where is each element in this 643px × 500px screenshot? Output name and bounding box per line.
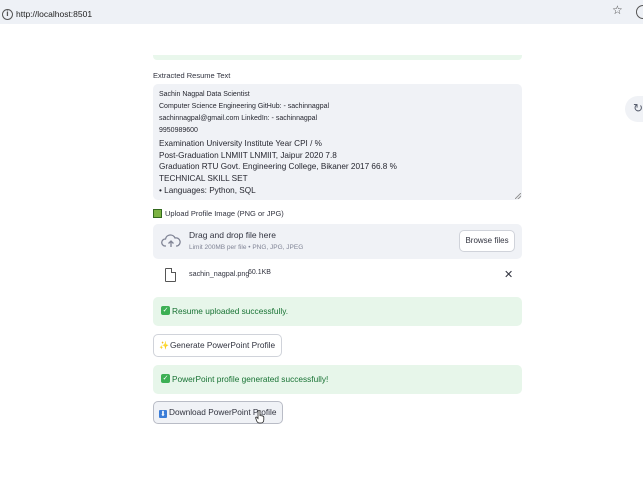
download-icon: ⬇ [159, 410, 167, 418]
text-line: 9950989600 [159, 127, 198, 134]
refresh-icon: ↻ [633, 101, 643, 115]
alert-message: PowerPoint profile generated successfull… [172, 374, 329, 384]
check-icon: ✓ [161, 374, 170, 383]
text-line: sachinnagpal@gmail.com LinkedIn: - sachi… [159, 115, 318, 122]
text-line: • Languages: Python, SQL [159, 185, 256, 195]
dropzone-limit: Limit 200MB per file • PNG, JPG, JPEG [189, 244, 304, 251]
extracted-text-area[interactable]: Sachin Nagpal Data Scientist Computer Sc… [153, 84, 522, 200]
rerun-button[interactable]: ↻ [625, 96, 643, 122]
generate-success-alert: ✓ PowerPoint profile generated successfu… [153, 365, 522, 394]
generate-powerpoint-button[interactable]: ✨Generate PowerPoint Profile [153, 334, 283, 357]
file-name: sachin_nagpal.png [189, 269, 250, 278]
text-line: Sachin Nagpal Data Scientist [159, 91, 250, 98]
extracted-text-label: Extracted Resume Text [153, 71, 231, 80]
upload-label-text: Upload Profile Image (PNG or JPG) [165, 209, 284, 218]
hand-cursor-icon [255, 410, 265, 424]
dropzone-title: Drag and drop file here [189, 230, 276, 240]
alert-message: Resume uploaded successfully. [172, 306, 289, 316]
url-text[interactable]: http://localhost:8501 [16, 9, 92, 19]
browser-toolbar: i http://localhost:8501 ☆ [0, 0, 643, 24]
resize-handle[interactable] [515, 193, 521, 199]
upload-label: Upload Profile Image (PNG or JPG) [153, 209, 284, 218]
image-icon [153, 209, 162, 218]
text-line: TECHNICAL SKILL SET [159, 174, 248, 184]
file-icon [165, 268, 176, 282]
text-line: Graduation RTU Govt. Engineering College… [159, 162, 397, 172]
file-size: 60.1KB [248, 269, 271, 276]
sparkles-icon: ✨ [159, 341, 169, 350]
star-icon[interactable]: ☆ [612, 3, 623, 17]
address-bar[interactable]: i http://localhost:8501 [0, 3, 630, 21]
uploaded-file-row: sachin_nagpal.png 60.1KB ✕ [153, 265, 522, 287]
check-icon: ✓ [161, 306, 170, 315]
generate-button-label: Generate PowerPoint Profile [169, 340, 276, 350]
close-icon[interactable]: ✕ [504, 269, 513, 280]
file-dropzone[interactable]: Drag and drop file here Limit 200MB per … [153, 224, 522, 259]
cloud-upload-icon [161, 234, 181, 247]
text-line: Computer Science Engineering GitHub: - s… [159, 103, 330, 110]
browse-files-button[interactable]: Browse files [459, 230, 515, 252]
profile-icon[interactable] [636, 5, 643, 19]
text-line: Post-Graduation LNMIIT LNMIIT, Jaipur 20… [159, 150, 337, 160]
upload-success-alert: ✓ Resume uploaded successfully. [153, 297, 522, 326]
top-status-strip [153, 55, 522, 60]
info-icon[interactable]: i [2, 9, 13, 20]
text-line: Examination University Institute Year CP… [159, 139, 322, 148]
